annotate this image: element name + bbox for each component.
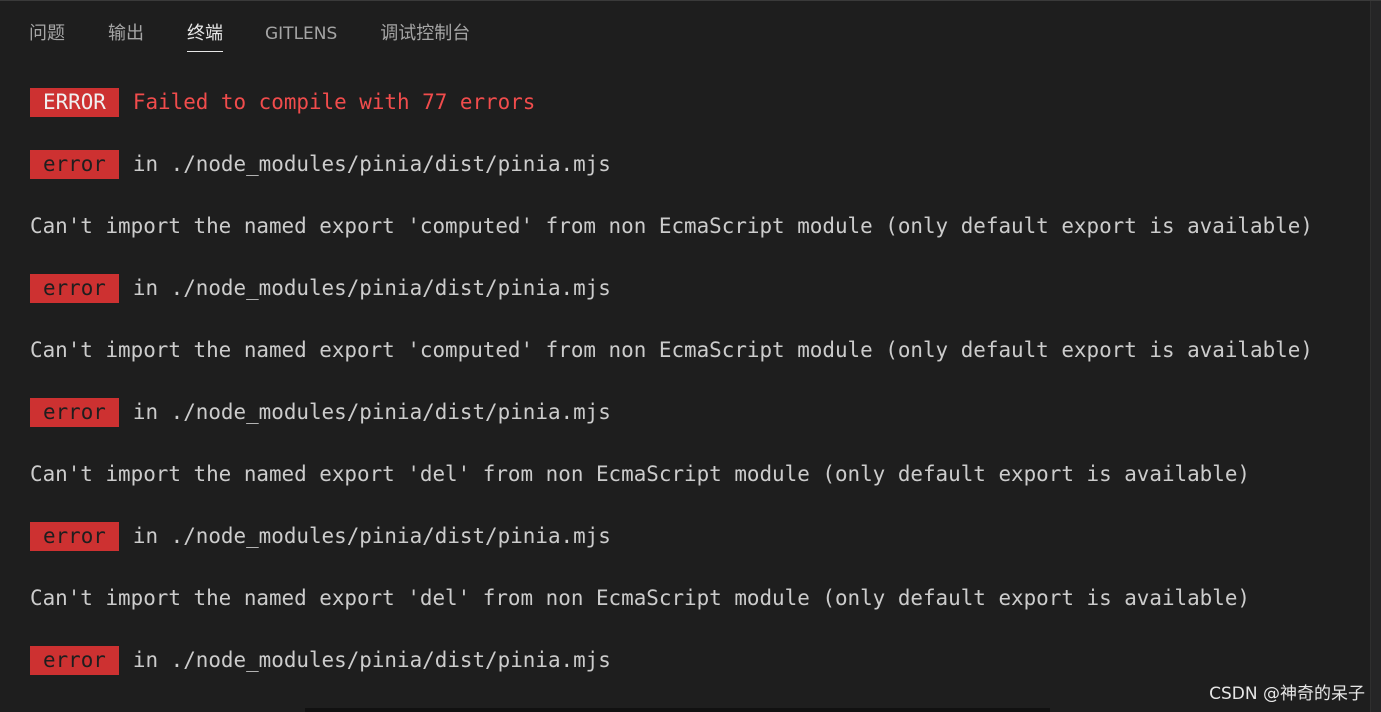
error-location: in ./node_modules/pinia/dist/pinia.mjs <box>132 524 611 548</box>
terminal-line: error in ./node_modules/pinia/dist/pinia.… <box>30 629 1313 691</box>
terminal-line: error in ./node_modules/pinia/dist/pinia.… <box>30 133 1313 195</box>
compile-status-message: Failed to compile with 77 errors <box>132 90 536 114</box>
terminal-line-header: ERROR Failed to compile with 77 errors <box>30 71 1313 133</box>
terminal-line: Can't import the named export 'computed'… <box>30 319 1313 381</box>
error-badge: ERROR <box>30 87 119 117</box>
terminal-line: Can't import the named export 'computed'… <box>30 195 1313 257</box>
error-location: in ./node_modules/pinia/dist/pinia.mjs <box>132 276 611 300</box>
panel-tabs: 问题 输出 终端 GITLENS 调试控制台 <box>0 1 470 67</box>
terminal-line: Can't import the named export 'del' from… <box>30 567 1313 629</box>
terminal-line: Can't import the named export 'del' from… <box>30 443 1313 505</box>
error-message: Can't import the named export 'computed'… <box>30 214 1313 238</box>
tab-output[interactable]: 输出 <box>108 23 144 51</box>
tab-debug-console[interactable]: 调试控制台 <box>380 23 470 51</box>
scrollbar-track[interactable] <box>1370 1 1381 712</box>
error-message: Can't import the named export 'del' from… <box>30 462 1250 486</box>
terminal-panel: 问题 输出 终端 GITLENS 调试控制台 ERROR Failed to co… <box>0 0 1381 712</box>
error-badge: error <box>30 149 119 179</box>
error-message: Can't import the named export 'del' from… <box>30 586 1250 610</box>
terminal-line: error in ./node_modules/pinia/dist/pinia.… <box>30 381 1313 443</box>
tab-terminal[interactable]: 终端 <box>187 23 223 52</box>
error-badge: error <box>30 397 119 427</box>
error-location: in ./node_modules/pinia/dist/pinia.mjs <box>132 152 611 176</box>
error-message: Can't import the named export 'computed'… <box>30 338 1313 362</box>
error-badge: error <box>30 521 119 551</box>
error-location: in ./node_modules/pinia/dist/pinia.mjs <box>132 648 611 672</box>
tab-gitlens[interactable]: GITLENS <box>265 23 337 51</box>
error-badge: error <box>30 645 119 675</box>
terminal-output[interactable]: ERROR Failed to compile with 77 errors er… <box>30 71 1313 691</box>
bottom-divider <box>305 708 1050 712</box>
terminal-line: error in ./node_modules/pinia/dist/pinia.… <box>30 505 1313 567</box>
watermark: CSDN @神奇的呆子 <box>1209 684 1365 704</box>
tab-problems[interactable]: 问题 <box>29 23 65 51</box>
error-location: in ./node_modules/pinia/dist/pinia.mjs <box>132 400 611 424</box>
error-badge: error <box>30 273 119 303</box>
terminal-line: error in ./node_modules/pinia/dist/pinia.… <box>30 257 1313 319</box>
